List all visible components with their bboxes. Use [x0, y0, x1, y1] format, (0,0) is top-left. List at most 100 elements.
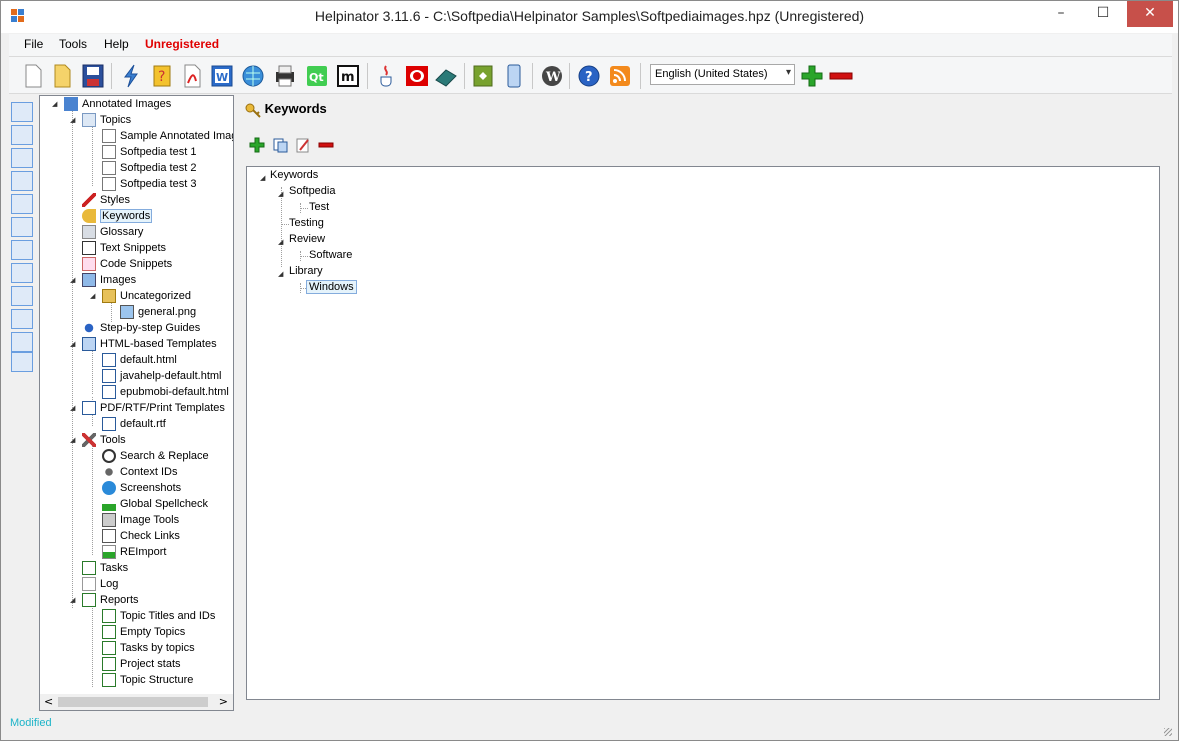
tree-topic-sample[interactable]: Sample Annotated Imag: [102, 129, 233, 145]
add-subkeyword-icon[interactable]: [272, 137, 288, 153]
mobile-icon[interactable]: [502, 63, 526, 89]
tree-context-ids[interactable]: Context IDs: [102, 465, 177, 481]
tree-code-snippets[interactable]: Code Snippets: [82, 257, 172, 273]
opera-icon[interactable]: [405, 63, 429, 89]
chm-help-icon[interactable]: ?: [150, 63, 174, 89]
edit-keyword-icon[interactable]: [295, 137, 311, 153]
print-icon[interactable]: [273, 63, 297, 89]
delete-keyword-icon[interactable]: [318, 137, 334, 153]
open-file-icon[interactable]: [50, 63, 74, 89]
rss-icon[interactable]: [608, 63, 632, 89]
menu-unregistered[interactable]: Unregistered: [145, 37, 219, 51]
kw-library[interactable]: Library: [289, 265, 323, 277]
html-templates-icon[interactable]: [11, 263, 33, 283]
mobi-icon[interactable]: m: [336, 63, 360, 89]
word-icon[interactable]: W: [210, 63, 234, 89]
tree-report-tasks[interactable]: Tasks by topics: [102, 641, 195, 657]
tree-general-png[interactable]: general.png: [120, 305, 196, 321]
scroll-right-icon[interactable]: >: [219, 695, 228, 708]
tree-check-links[interactable]: Check Links: [102, 529, 180, 545]
styles-icon[interactable]: [11, 102, 33, 122]
compile-icon[interactable]: [119, 63, 143, 89]
tree-glossary[interactable]: Glossary: [82, 225, 143, 241]
tree-reports[interactable]: ◢ Reports: [70, 593, 139, 609]
tools-icon[interactable]: [11, 309, 33, 329]
key-icon: [245, 103, 261, 118]
tree-search-replace[interactable]: Search & Replace: [102, 449, 209, 465]
tree-default-html[interactable]: default.html: [102, 353, 177, 369]
glossary-icon[interactable]: [11, 125, 33, 145]
new-file-icon[interactable]: [21, 63, 45, 89]
kw-review[interactable]: Review: [289, 233, 325, 245]
pdf-icon[interactable]: [180, 63, 204, 89]
code-snippets-icon[interactable]: [11, 171, 33, 191]
tree-pdf-templates[interactable]: ◢ PDF/RTF/Print Templates: [70, 401, 225, 417]
add-keyword-icon[interactable]: [249, 137, 265, 153]
tree-keywords[interactable]: Keywords: [82, 209, 153, 225]
tree-default-rtf[interactable]: default.rtf: [102, 417, 166, 433]
ebook-icon[interactable]: [434, 63, 458, 89]
language-select[interactable]: English (United States) ▾: [650, 64, 795, 85]
tree-topic-test2[interactable]: Softpedia test 2: [102, 161, 196, 177]
add-language-icon[interactable]: [800, 63, 824, 89]
tree-global-spellcheck[interactable]: Global Spellcheck: [102, 497, 208, 513]
tree-tasks[interactable]: Tasks: [82, 561, 128, 577]
epub-icon[interactable]: [471, 63, 495, 89]
tree-report-titles[interactable]: Topic Titles and IDs: [102, 609, 215, 625]
tree-log[interactable]: Log: [82, 577, 118, 593]
maximize-button[interactable]: ☐: [1083, 1, 1123, 27]
tree-topic-test3[interactable]: Softpedia test 3: [102, 177, 196, 193]
kw-testing[interactable]: Testing: [289, 217, 324, 229]
status-bar: Modified: [1, 713, 1178, 740]
kw-root[interactable]: Keywords: [270, 169, 318, 181]
tree-epubmobi-html[interactable]: epubmobi-default.html: [102, 385, 229, 401]
tree-root[interactable]: ◢ Annotated Images: [52, 97, 171, 113]
web-html-icon[interactable]: [241, 63, 265, 89]
project-tree: ◢ Annotated Images ◢ Topics Sample Annotat…: [39, 95, 234, 711]
tree-html-templates[interactable]: ◢ HTML-based Templates: [70, 337, 217, 353]
tree-topic-test1[interactable]: Softpedia test 1: [102, 145, 196, 161]
tree-report-structure[interactable]: Topic Structure: [102, 673, 193, 689]
tasks-icon[interactable]: [11, 332, 33, 352]
qt-help-icon[interactable]: Qt: [305, 63, 329, 89]
tree-screenshots[interactable]: Screenshots: [102, 481, 181, 497]
print-templates-icon[interactable]: [11, 286, 33, 306]
kw-software[interactable]: Software: [309, 249, 352, 261]
tree-javahelp-html[interactable]: javahelp-default.html: [102, 369, 222, 385]
save-icon[interactable]: [81, 63, 105, 89]
tree-step-guides[interactable]: Step-by-step Guides: [82, 321, 200, 337]
scroll-left-icon[interactable]: <: [44, 695, 53, 708]
svg-text:m: m: [341, 70, 355, 85]
scroll-thumb[interactable]: [58, 697, 208, 707]
menu-help[interactable]: Help: [104, 37, 129, 51]
resize-grip-icon[interactable]: [1164, 728, 1172, 736]
tree-report-stats[interactable]: Project stats: [102, 657, 181, 673]
snippets-icon[interactable]: [11, 148, 33, 168]
minimize-button[interactable]: –: [1041, 1, 1081, 27]
tree-horizontal-scrollbar[interactable]: < >: [40, 694, 233, 710]
wordpress-icon[interactable]: W: [540, 63, 564, 89]
reports-icon[interactable]: [11, 352, 33, 372]
tree-text-snippets[interactable]: Text Snippets: [82, 241, 166, 257]
tree-image-tools[interactable]: Image Tools: [102, 513, 179, 529]
help-icon[interactable]: ?: [577, 63, 601, 89]
steps-icon[interactable]: [11, 217, 33, 237]
topics-icon[interactable]: [11, 240, 33, 260]
tree-tools[interactable]: ◢ Tools: [70, 433, 126, 449]
tree-images[interactable]: ◢ Images: [70, 273, 136, 289]
kw-test[interactable]: Test: [309, 201, 329, 213]
kw-softpedia[interactable]: Softpedia: [289, 185, 335, 197]
tree-topics[interactable]: ◢ Topics: [70, 113, 131, 129]
menu-file[interactable]: File: [24, 37, 43, 51]
tree-reimport[interactable]: REImport: [102, 545, 166, 561]
tree-styles[interactable]: Styles: [82, 193, 130, 209]
remove-language-icon[interactable]: [829, 63, 853, 89]
close-button[interactable]: ✕: [1127, 1, 1173, 27]
title-bar: Helpinator 3.11.6 - C:\Softpedia\Helpina…: [1, 1, 1178, 33]
java-help-icon[interactable]: [374, 63, 398, 89]
tree-report-empty[interactable]: Empty Topics: [102, 625, 185, 641]
kw-windows[interactable]: Windows: [306, 280, 357, 294]
images-icon[interactable]: [11, 194, 33, 214]
menu-tools[interactable]: Tools: [59, 37, 87, 51]
tree-uncategorized[interactable]: ◢ Uncategorized: [90, 289, 191, 305]
